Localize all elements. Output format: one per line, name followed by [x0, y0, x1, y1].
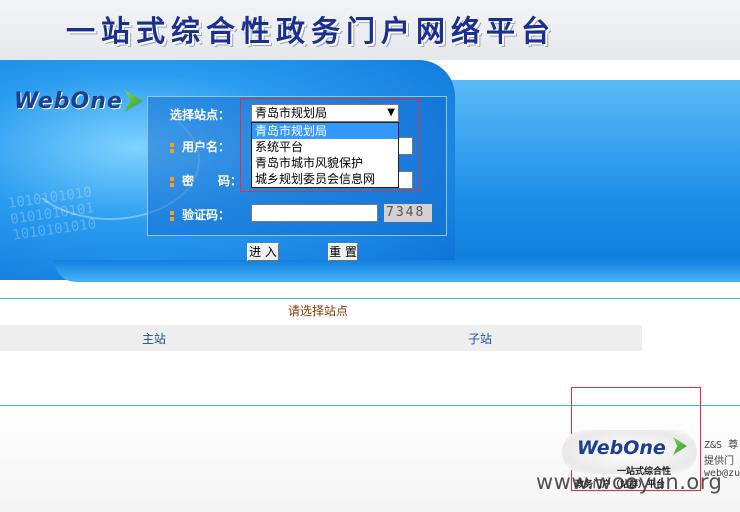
logo-arrow-icon — [124, 90, 143, 112]
site-header-row — [0, 325, 642, 351]
submit-button[interactable]: 进 入 — [247, 243, 279, 261]
dropdown-option[interactable]: 城乡规划委员会信息网 — [252, 171, 398, 187]
bullet-icon — [170, 210, 174, 215]
bullet-icon — [170, 142, 174, 147]
banner-foot-strip — [54, 260, 740, 282]
bullet-icon — [170, 176, 174, 181]
watermark: www.wooyun.org — [536, 470, 723, 494]
footer-side-text: Z&S 尊 — [704, 440, 739, 451]
site-select[interactable]: 青岛市规划局 ▼ — [251, 104, 399, 122]
webone-logo: WebOne — [14, 86, 143, 116]
captcha-label: 验证码： — [182, 208, 231, 222]
sub-site-link[interactable]: 子站 — [468, 330, 492, 347]
footer-logo-text: WebOne — [577, 437, 666, 459]
username-label: 用户名： — [182, 140, 231, 154]
banner-background-right — [420, 80, 740, 280]
dropdown-option[interactable]: 系统平台 — [252, 139, 398, 155]
password-input[interactable] — [398, 171, 413, 189]
page-title: 一站式综合性政务门户网络平台 — [66, 14, 557, 48]
choose-site-prompt: 请选择站点 — [288, 304, 349, 318]
main-site-link[interactable]: 主站 — [142, 330, 166, 347]
dropdown-arrow-icon[interactable]: ▼ — [387, 105, 395, 121]
site-select-label: 选择站点： — [170, 108, 231, 122]
username-label-row: 用户名： — [170, 138, 230, 155]
site-dropdown-list: 青岛市规划局 系统平台 青岛市城市风貌保护 城乡规划委员会信息网 — [251, 122, 399, 188]
password-label-row: 密 码： — [170, 172, 242, 189]
footer-side-text: 提供门 — [704, 456, 734, 467]
captcha-image[interactable]: 7348 — [384, 204, 432, 222]
reset-button[interactable]: 重 置 — [328, 243, 358, 261]
divider — [0, 298, 740, 299]
captcha-input[interactable] — [251, 204, 378, 222]
site-select-value: 青岛市规划局 — [255, 106, 328, 120]
logo-text: WebOne — [14, 88, 123, 114]
dropdown-option[interactable]: 青岛市规划局 — [252, 123, 398, 139]
captcha-label-row: 验证码： — [170, 206, 230, 223]
password-label: 密 码： — [182, 174, 243, 188]
dropdown-option[interactable]: 青岛市城市风貌保护 — [252, 155, 398, 171]
username-input[interactable] — [398, 137, 413, 155]
